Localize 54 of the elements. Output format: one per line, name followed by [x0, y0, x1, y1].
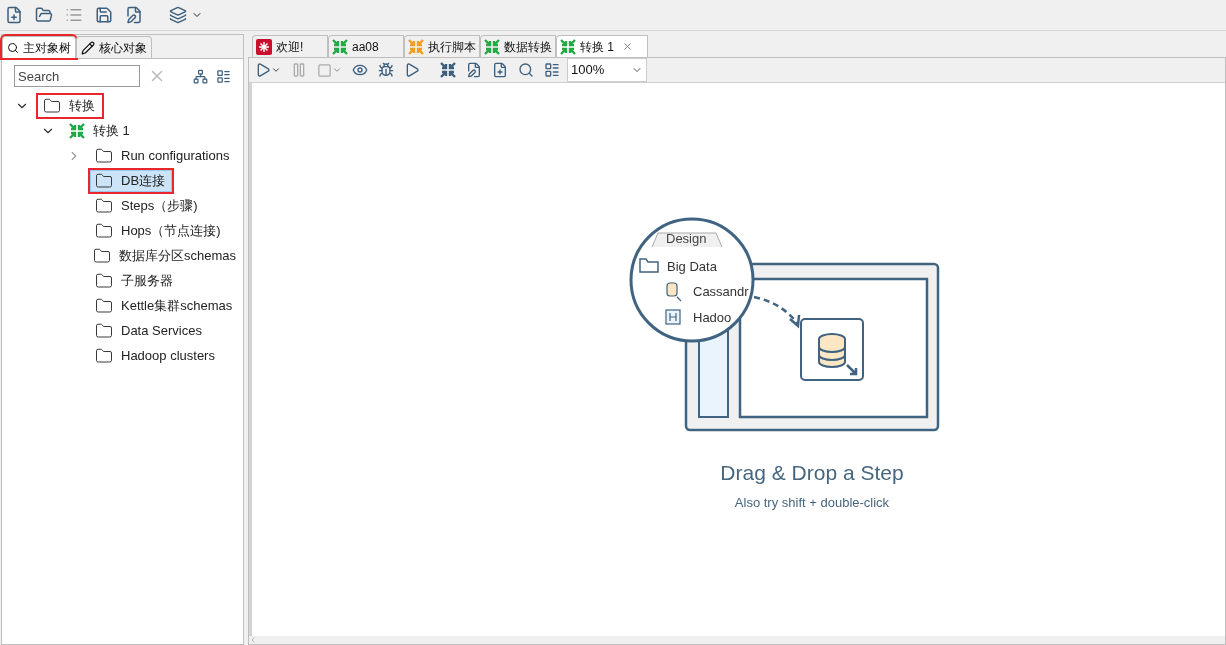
hint-title: Drag & Drop a Step	[720, 460, 904, 486]
panel-tab[interactable]: 核心对象	[76, 36, 152, 58]
star-logo-icon	[256, 38, 272, 55]
converging-arrows-icon	[69, 122, 85, 139]
converging-arrows-icon	[560, 38, 576, 55]
folder-icon	[95, 171, 113, 190]
design-tab-label: Design	[666, 231, 707, 246]
folder-icon	[95, 346, 113, 365]
hadoop-icon	[665, 309, 681, 325]
tree-item[interactable]: Kettle集群schemas	[90, 294, 240, 317]
folder-icon	[95, 196, 113, 215]
step-label: Cassandr	[693, 284, 749, 299]
design-tab-shape	[651, 232, 723, 248]
converging-arrows-icon	[484, 38, 500, 55]
converging-arrows-icon	[440, 62, 456, 78]
folder-icon	[95, 146, 113, 165]
close-icon[interactable]	[622, 41, 633, 52]
folder-label: Big Data	[667, 259, 717, 274]
tree-item[interactable]: 子服务器	[90, 269, 180, 292]
folder-icon	[92, 246, 111, 265]
database-icon	[666, 282, 682, 302]
editor-tab[interactable]: aa08	[328, 35, 404, 57]
folder-icon	[95, 271, 113, 290]
tree-item[interactable]: 转换 1	[64, 119, 137, 142]
tree-item[interactable]: Hops（节点连接)	[90, 219, 228, 242]
pencil-icon	[81, 40, 95, 55]
search-field[interactable]: Search	[14, 65, 140, 87]
tree-item[interactable]: Run configurations	[90, 144, 237, 167]
tree-item[interactable]: DB连接	[90, 169, 173, 192]
editor-tab[interactable]: 执行脚本	[404, 35, 480, 57]
folder-icon	[639, 258, 659, 273]
list-view-icon[interactable]	[216, 68, 231, 84]
editor-tab[interactable]: 数据转换	[480, 35, 556, 57]
converging-arrows-icon	[332, 38, 348, 55]
tree-item[interactable]: 数据库分区schemas	[87, 244, 243, 267]
converging-arrows-icon	[408, 38, 424, 55]
editor-tab[interactable]: 欢迎!	[252, 35, 328, 57]
editor-tab[interactable]: 转换 1	[556, 35, 648, 57]
zoom-select[interactable]: 100%	[567, 58, 647, 82]
tree-item[interactable]: 转换	[38, 94, 102, 117]
dashed-arrow	[753, 295, 801, 329]
folder-icon	[95, 221, 113, 240]
search-icon	[7, 41, 19, 54]
tree-item[interactable]: Data Services	[90, 319, 209, 342]
tree-item[interactable]: Hadoop clusters	[90, 344, 222, 367]
step-node	[800, 318, 864, 381]
panel-tab[interactable]: 主对象树	[2, 36, 76, 58]
step-label: Hadoo	[693, 310, 732, 325]
folder-icon	[95, 296, 113, 315]
hierarchy-icon[interactable]	[193, 68, 208, 84]
tree-item[interactable]: Steps（步骤)	[90, 194, 205, 217]
folder-icon	[43, 96, 61, 115]
hint-subtitle: Also try shift + double-click	[734, 493, 890, 512]
folder-icon	[95, 321, 113, 340]
